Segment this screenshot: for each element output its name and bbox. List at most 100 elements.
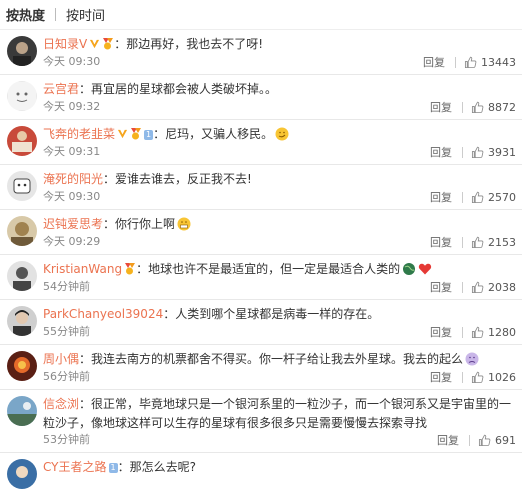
verified-v-icon — [90, 39, 100, 49]
level-badge: 1 — [108, 463, 118, 473]
like-count: 2153 — [488, 235, 516, 249]
like-count: 8872 — [488, 100, 516, 114]
reply-button[interactable]: 回复 — [430, 189, 452, 205]
commenter-name[interactable]: 信念浏 — [43, 397, 79, 411]
comment-text: 人类到哪个星球都是病毒一样的存在。 — [175, 307, 380, 321]
sort-divider — [55, 8, 57, 21]
commenter-name[interactable]: 云宫君 — [43, 82, 79, 96]
like-count: 2038 — [488, 280, 516, 294]
comment-time: 今天 09:31 — [43, 145, 101, 158]
comment-time: 53分钟前 — [43, 433, 90, 446]
commenter-name[interactable]: 日知录V — [43, 37, 87, 51]
avatar[interactable] — [7, 459, 37, 489]
comment-actions: 回复 3931 — [430, 144, 516, 160]
avatar[interactable] — [7, 351, 37, 381]
reply-button[interactable]: 回复 — [430, 144, 452, 160]
avatar[interactable] — [7, 81, 37, 111]
comment-text: 爱谁去谁去，反正我不去! — [115, 172, 252, 186]
comment-time: 今天 09:30 — [43, 190, 101, 203]
comment-item: 周小偶：我连去南方的机票都舍不得买。你一杆子给让我去外星球。我去的起么 56分钟… — [0, 345, 522, 390]
reply-button[interactable]: 回复 — [430, 99, 452, 115]
like-button[interactable]: 8872 — [471, 101, 516, 114]
comment-actions: 回复 1280 — [430, 324, 516, 340]
comment-actions: 回复 2570 — [430, 189, 516, 205]
reply-button[interactable]: 回复 — [430, 369, 452, 385]
avatar[interactable] — [7, 216, 37, 246]
comment-time: 56分钟前 — [43, 370, 90, 383]
like-count: 2570 — [488, 190, 516, 204]
thumbs-up-icon — [471, 236, 484, 248]
globe-emoji-icon — [403, 263, 416, 275]
like-button[interactable]: 1280 — [471, 326, 516, 339]
comment-time: 55分钟前 — [43, 325, 90, 338]
comment-text: 地球也许不是最适宜的，但一定是最适合人类的 — [148, 262, 401, 276]
reply-button[interactable]: 回复 — [437, 432, 459, 448]
comment-item: 飞奔的老韭菜 1 ：尼玛，又骗人移民。 今天 09:31 回复 3931 — [0, 120, 522, 165]
avatar[interactable] — [7, 171, 37, 201]
like-count: 691 — [495, 433, 516, 447]
fan-medal-icon — [125, 263, 136, 275]
smirk-emoji-icon — [275, 127, 289, 141]
comment-item: 信念浏：很正常，毕竟地球只是一个银河系里的一粒沙子，而一个银河系又是宇宙里的一粒… — [0, 390, 522, 453]
avatar[interactable] — [7, 306, 37, 336]
comment-text: 尼玛，又骗人移民。 — [165, 127, 274, 141]
comment-time: 54分钟前 — [43, 280, 90, 293]
like-count: 1026 — [488, 370, 516, 384]
avatar[interactable] — [7, 36, 37, 66]
like-count: 1280 — [488, 325, 516, 339]
like-button[interactable]: 2570 — [471, 191, 516, 204]
sort-by-time-tab[interactable]: 按时间 — [66, 5, 105, 24]
comment-time: 今天 09:30 — [43, 55, 101, 68]
comment-text: 那边再好，我也去不了呀! — [126, 37, 264, 51]
comment-time: 今天 09:32 — [43, 100, 101, 113]
avatar[interactable] — [7, 396, 37, 426]
like-button[interactable]: 691 — [478, 434, 516, 447]
thumbs-up-icon — [471, 101, 484, 113]
commenter-name[interactable]: 淹死的阳光 — [43, 172, 103, 186]
like-button[interactable]: 2153 — [471, 236, 516, 249]
thumbs-up-icon — [471, 281, 484, 293]
comment-item: KristianWang ：地球也许不是最适宜的，但一定是最适合人类的 54分钟前… — [0, 255, 522, 300]
commenter-name[interactable]: KristianWang — [43, 262, 122, 276]
reply-button[interactable]: 回复 — [430, 234, 452, 250]
comment-text: 我连去南方的机票都舍不得买。你一杆子给让我去外星球。我去的起么 — [91, 352, 464, 366]
comment-item: 迟钝爱思考：你行你上啊 今天 09:29 回复 2153 — [0, 210, 522, 255]
commenter-name[interactable]: 周小偶 — [43, 352, 79, 366]
comment-actions: 回复 2153 — [430, 234, 516, 250]
commenter-name[interactable]: 飞奔的老韭菜 — [43, 127, 115, 141]
comment-item: ParkChanyeol39024：人类到哪个星球都是病毒一样的存在。 55分钟… — [0, 300, 522, 345]
thumbs-up-icon — [471, 146, 484, 158]
comment-actions: 回复 13443 — [423, 54, 516, 70]
like-button[interactable]: 13443 — [464, 56, 516, 69]
thumbs-up-icon — [471, 326, 484, 338]
commenter-name[interactable]: CY王者之路 — [43, 460, 107, 474]
like-button[interactable]: 3931 — [471, 146, 516, 159]
reply-button[interactable]: 回复 — [430, 279, 452, 295]
comment-item: 淹死的阳光：爱谁去谁去，反正我不去! 今天 09:30 回复 2570 — [0, 165, 522, 210]
comment-time: 今天 09:29 — [43, 235, 101, 248]
like-button[interactable]: 1026 — [471, 371, 516, 384]
reply-button[interactable]: 回复 — [423, 54, 445, 70]
avatar[interactable] — [7, 261, 37, 291]
comment-actions: 回复 691 — [437, 432, 516, 448]
reply-button[interactable]: 回复 — [430, 324, 452, 340]
like-count: 3931 — [488, 145, 516, 159]
comment-text: 很正常，毕竟地球只是一个银河系里的一粒沙子，而一个银河系又是宇宙里的一粒沙子，像… — [43, 397, 512, 430]
comment-item: 云宫君：再宜居的星球都会被人类破坏掉。。 今天 09:32 回复 8872 — [0, 75, 522, 120]
commenter-name[interactable]: 迟钝爱思考 — [43, 217, 103, 231]
comment-actions: 回复 1026 — [430, 369, 516, 385]
comment-item: 日知录V ：那边再好，我也去不了呀! 今天 09:30 回复 13443 — [0, 30, 522, 75]
thumbs-up-icon — [478, 434, 491, 446]
heart-icon — [418, 263, 432, 275]
thumbs-up-icon — [464, 56, 477, 68]
comment-text: 那怎么去呢? — [129, 460, 196, 474]
verified-v-icon — [117, 129, 128, 139]
sort-by-hot-tab[interactable]: 按热度 — [6, 5, 45, 24]
comment-text: 再宜居的星球都会被人类破坏掉。。 — [91, 82, 278, 96]
commenter-name[interactable]: ParkChanyeol39024 — [43, 307, 163, 321]
thumbs-up-icon — [471, 371, 484, 383]
like-button[interactable]: 2038 — [471, 281, 516, 294]
like-count: 13443 — [481, 55, 516, 69]
sort-bar: 按热度 按时间 — [0, 0, 522, 30]
avatar[interactable] — [7, 126, 37, 156]
